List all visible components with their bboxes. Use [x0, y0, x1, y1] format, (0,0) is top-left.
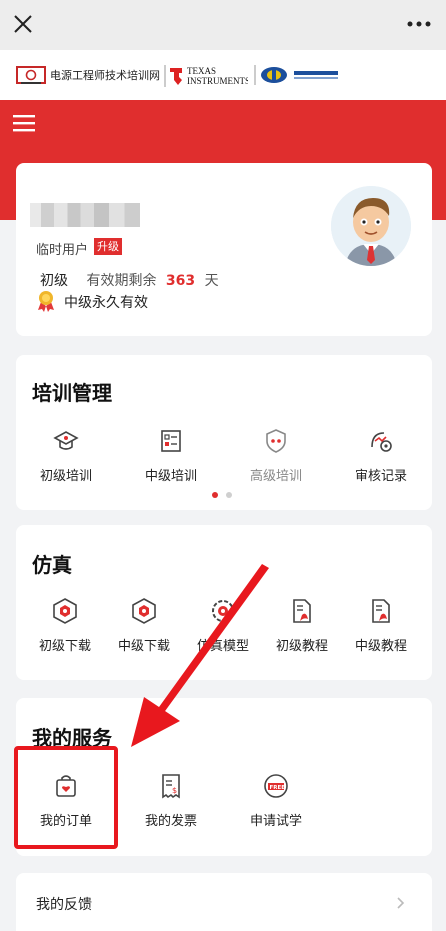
svg-text:$: $ — [172, 786, 177, 795]
training-item-audit[interactable]: 审核记录 — [341, 427, 421, 484]
sim-item-basic-tutorial[interactable]: 初级教程 — [262, 597, 342, 654]
cie-logo-icon — [254, 65, 338, 85]
medal-icon — [38, 291, 54, 312]
sim-item-label: 初级教程 — [275, 639, 328, 654]
shield-icon — [266, 429, 286, 453]
username-blurred — [30, 203, 140, 227]
page-dot-active[interactable] — [212, 492, 218, 498]
training-item-label: 高级培训 — [249, 469, 302, 484]
free-badge-icon: FREE — [264, 774, 288, 798]
pdf-document-icon — [372, 599, 390, 623]
more-icon[interactable] — [406, 14, 432, 34]
ti-logo-icon: TEXAS INSTRUMENTS — [164, 65, 248, 87]
page-dot-inactive[interactable] — [226, 492, 232, 498]
gear-icon — [212, 600, 234, 622]
permanent-label: 中级永久有效 — [64, 295, 148, 311]
sim-item-label: 初级下载 — [38, 639, 91, 654]
highlight-box — [14, 746, 118, 849]
close-icon[interactable] — [12, 13, 34, 35]
hex-nut-icon — [53, 598, 77, 624]
graduation-cap-icon — [53, 431, 79, 450]
service-item-label: 我的发票 — [144, 814, 197, 829]
sim-item-label: 中级教程 — [354, 639, 407, 654]
level-row: 初级 有效期剩余 363 天 — [40, 270, 219, 290]
checklist-icon — [161, 430, 181, 452]
days-unit: 天 — [204, 273, 219, 289]
chevron-right-icon — [397, 897, 405, 909]
service-item-trial[interactable]: FREE 申请试学 — [236, 772, 316, 829]
avatar-illustration-icon — [331, 186, 411, 266]
avatar[interactable] — [331, 186, 411, 266]
simulation-title: 仿真 — [32, 553, 72, 577]
user-type-label: 临时用户 — [36, 243, 89, 258]
sim-item-intermediate-download[interactable]: 中级下载 — [104, 597, 184, 654]
training-item-basic[interactable]: 初级培训 — [26, 427, 106, 484]
pdf-document-icon — [293, 599, 311, 623]
pagination-dots — [212, 492, 236, 498]
feedback-label: 我的反馈 — [36, 897, 92, 913]
training-item-label: 初级培训 — [39, 469, 92, 484]
upgrade-button[interactable]: 升级 — [94, 238, 122, 255]
sim-item-model[interactable]: 仿真模型 — [183, 597, 263, 654]
sim-item-label: 中级下载 — [117, 639, 170, 654]
training-item-intermediate[interactable]: 中级培训 — [131, 427, 211, 484]
service-item-label: 申请试学 — [249, 814, 302, 829]
sim-item-intermediate-tutorial[interactable]: 中级教程 — [341, 597, 421, 654]
hex-nut-icon — [132, 598, 156, 624]
menu-icon[interactable] — [13, 114, 35, 132]
site-logo-icon — [16, 66, 46, 84]
invoice-icon: $ — [162, 774, 180, 799]
ti-line1: TEXAS — [187, 66, 216, 76]
ti-line2: INSTRUMENTS — [187, 76, 248, 86]
site-title: 电源工程师技术培训网 — [50, 69, 160, 82]
level-label: 初级 — [40, 273, 68, 289]
training-title: 培训管理 — [32, 381, 112, 405]
training-item-advanced[interactable]: 高级培训 — [236, 427, 316, 484]
audit-record-icon — [371, 432, 392, 452]
top-bar — [0, 0, 446, 50]
svg-text:FREE: FREE — [270, 785, 286, 791]
training-item-label: 审核记录 — [354, 469, 407, 484]
sim-item-basic-download[interactable]: 初级下载 — [25, 597, 105, 654]
days-left: 363 — [165, 273, 196, 289]
service-item-invoices[interactable]: $ 我的发票 — [131, 772, 211, 829]
sim-item-label: 仿真模型 — [196, 639, 249, 654]
training-item-label: 中级培训 — [144, 469, 197, 484]
validity-label: 有效期剩余 — [86, 273, 157, 289]
